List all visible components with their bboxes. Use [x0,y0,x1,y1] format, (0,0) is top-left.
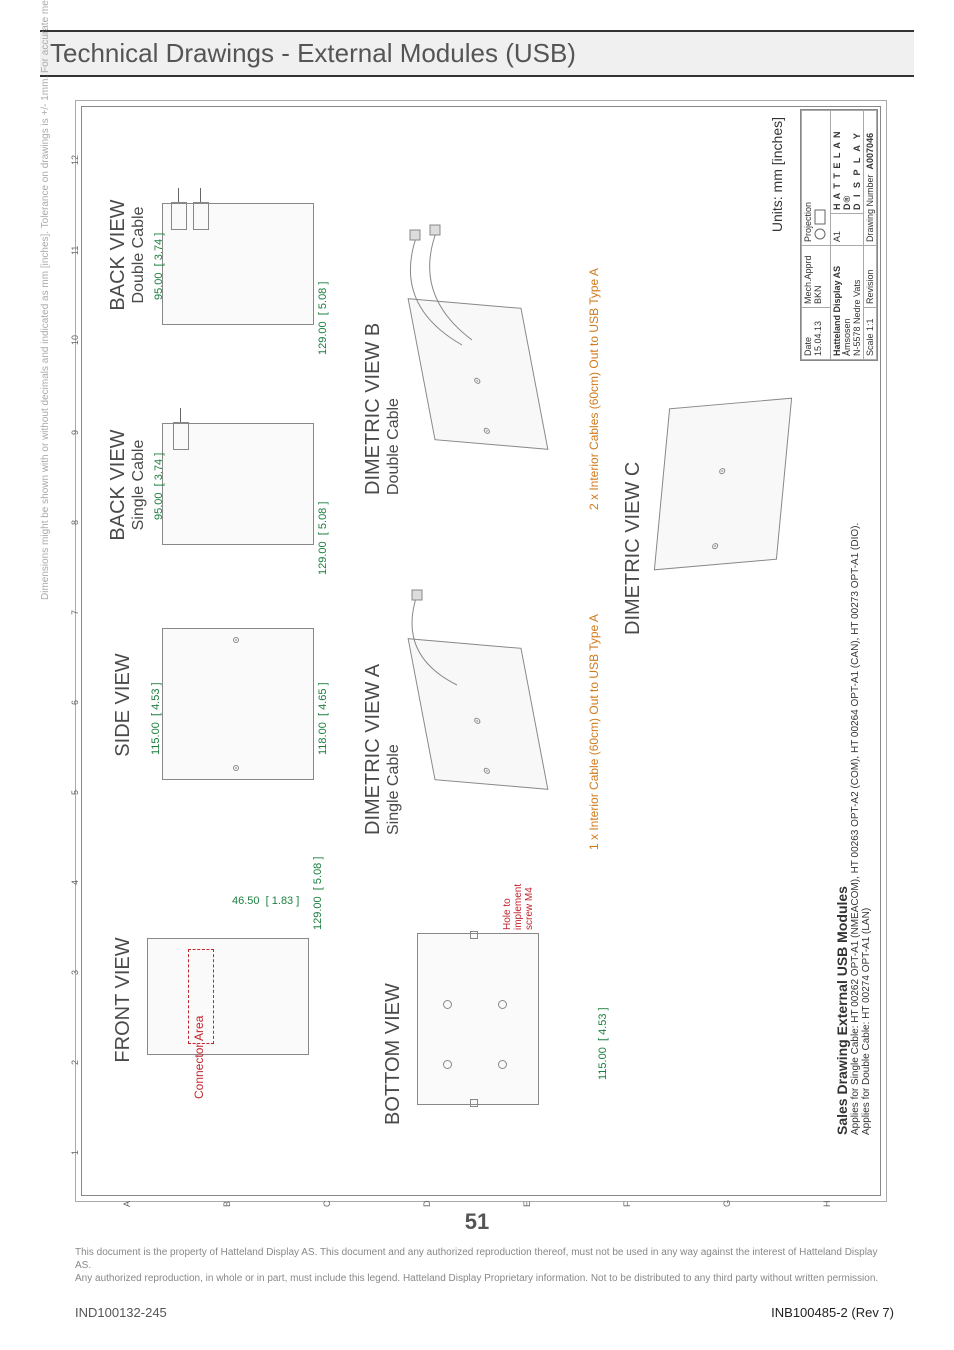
back-d-box [162,203,314,325]
col-tick: 11 [70,246,80,255]
front-d-in: [ 1.83 ] [266,895,300,907]
side-view: SIDE VIEW 115.00 [ 4.53 ] 118.00 [ 4.65 … [112,605,135,805]
dimetric-c: DIMETRIC VIEW C [622,355,645,635]
col-tick: 9 [70,430,80,435]
dimetric-b: DIMETRIC VIEW B Double Cable 2 x Interio… [362,205,403,495]
front-d-mm: 46.50 [232,895,260,907]
side-box [162,628,314,780]
back-s-h-mm: 129.00 [317,541,329,575]
back-s-w-in: [ 3.74 ] [153,453,165,487]
page-title-bar: Technical Drawings - External Modules (U… [40,30,914,77]
row-tick: D [422,1201,432,1208]
side-view-title: SIDE VIEW [112,605,135,805]
side-note: Dimensions might be shown with or withou… [40,0,51,600]
bottom-view: BOTTOM VIEW Hole to implement screw M4 1… [382,905,405,1135]
bottom-w-mm: 115.00 [597,1047,609,1080]
front-box: Connector Area [147,938,309,1055]
row-tick: E [522,1201,532,1207]
bottom-w-in: [ 4.53 ] [597,1007,609,1041]
side-w-in: [ 4.53 ] [150,682,162,716]
drawing-frame: 1 2 3 4 5 6 7 8 9 10 11 12 A B C D E F G [75,100,887,1202]
hole-note: Hole to implement screw M4 [502,884,535,930]
col-tick: 2 [70,1060,80,1065]
side-w2-in: [ 4.65 ] [317,682,329,716]
front-view-title: FRONT VIEW [112,885,135,1115]
row-tick: G [722,1200,732,1207]
tb-dwg-lbl: Drawing Number [865,174,875,242]
tb-addr2: N-5578 Nedre Vats [852,280,862,356]
back-d-h-mm: 129.00 [317,321,329,355]
col-tick: 6 [70,700,80,705]
tb-date: 15.04.13 [813,321,823,356]
legal-line2: Any authorized reproduction, in whole or… [75,1272,894,1285]
title-block: Date15.04.13 Mech.ApprdBKN Projection Ha… [800,109,878,361]
tb-company: Hatteland Display AS [832,266,842,356]
back-d-sub: Double Cable [130,155,148,355]
tb-dwg-no: A007046 [865,133,875,170]
front-h-in: [ 5.08 ] [312,857,324,891]
row-tick: C [322,1201,332,1208]
back-s-sub: Single Cable [130,395,148,575]
page-title: Technical Drawings - External Modules (U… [50,38,576,68]
dima-note: 1 x Interior Cable (60cm) Out to USB Typ… [587,614,601,850]
tb-mech: BKN [813,285,823,304]
dimetric-a: DIMETRIC VIEW A Single Cable 1 x Interio… [362,565,403,835]
tb-logo2: D I S P L A Y [852,131,862,210]
back-d-w-mm: 95.00 [153,272,165,300]
back-single-view: BACK VIEW Single Cable 95.00 [ 3.74 ] 12… [107,395,148,575]
col-tick: 8 [70,520,80,525]
col-tick: 1 [70,1150,80,1155]
tb-scale-lbl: Scale [865,333,875,356]
sales-block: Sales Drawing External USB Modules Appli… [834,523,872,1135]
back-d-w-in: [ 3.74 ] [153,233,165,267]
back-s-title: BACK VIEW [107,395,130,575]
footer-right: INB100485-2 (Rev 7) [771,1305,894,1320]
col-tick: 10 [70,335,80,345]
front-view: FRONT VIEW Connector Area 129.00 [ 5.08 … [112,885,135,1115]
back-double-view: BACK VIEW Double Cable 95.00 [ 3.74 ] 12… [107,155,148,355]
dimc-title: DIMETRIC VIEW C [622,355,645,635]
sales-line1: Applies for Single Cable: HT 00262 OPT-A… [850,523,861,1135]
tb-addr1: Åmsosen [842,318,852,356]
col-tick: 3 [70,970,80,975]
page-number: 51 [0,1209,954,1235]
side-w-mm: 115.00 [150,722,162,755]
col-tick: 12 [70,155,80,165]
back-d-title: BACK VIEW [107,155,130,355]
row-tick: F [622,1202,632,1208]
row-tick: B [222,1201,232,1207]
sales-line2: Applies for Double Cable: HT 00274 OPT-A… [861,523,872,1135]
units-label: Units: mm [inches] [769,117,785,232]
dima-title: DIMETRIC VIEW A [362,565,385,835]
row-tick: A [122,1201,132,1207]
tb-logo1: H A T T E L A N D® [832,131,852,211]
col-tick: 4 [70,880,80,885]
back-s-w-mm: 95.00 [153,492,165,520]
tb-proj-lbl: Projection [803,202,813,242]
bottom-box [417,933,539,1105]
row-tick: H [822,1201,832,1208]
back-s-box [162,423,314,545]
tb-scale: 1:1 [865,318,875,331]
col-tick: 5 [70,790,80,795]
col-tick: 7 [70,610,80,615]
footer-left: IND100132-245 [75,1305,167,1320]
back-d-h-in: [ 5.08 ] [317,282,329,316]
tb-rev-lbl: Revision [865,269,875,304]
dimb-note: 2 x Interior Cables (60cm) Out to USB Ty… [587,268,601,510]
sales-title: Sales Drawing External USB Modules [834,523,850,1135]
front-h-mm: 129.00 [312,896,324,930]
back-s-h-in: [ 5.08 ] [317,502,329,536]
legal-text: This document is the property of Hattela… [75,1246,894,1285]
tb-size: A1 [832,231,842,242]
legal-line1: This document is the property of Hattela… [75,1246,894,1272]
grid-border: 1 2 3 4 5 6 7 8 9 10 11 12 A B C D E F G [81,106,881,1196]
bottom-title: BOTTOM VIEW [382,905,405,1125]
side-w2-mm: 118.00 [317,722,329,755]
